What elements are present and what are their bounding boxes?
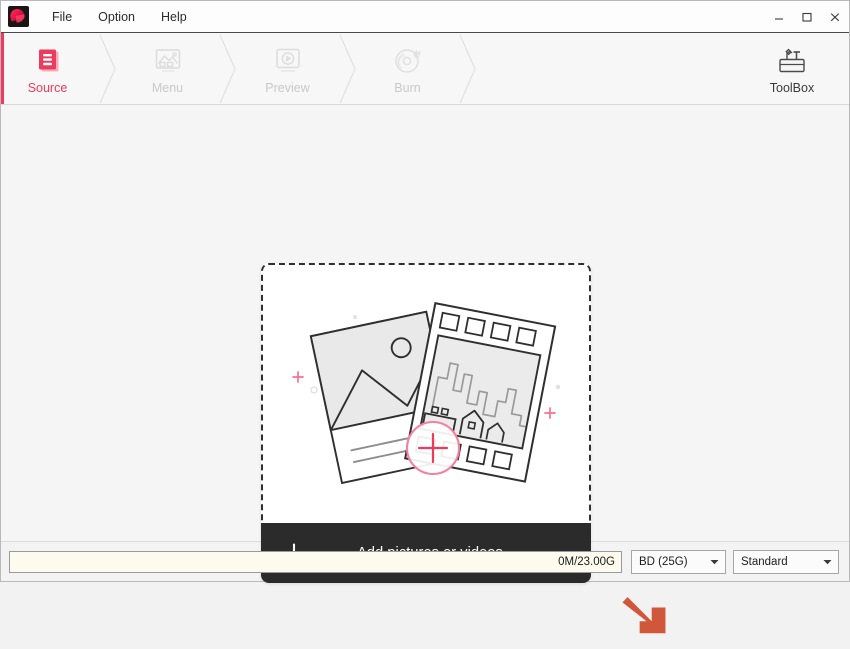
step-divider-4 xyxy=(451,33,484,104)
minimize-icon xyxy=(773,11,785,23)
quality-value: Standard xyxy=(734,556,819,568)
step-list: Source Menu xyxy=(1,33,484,104)
step-menu-label: Menu xyxy=(152,81,183,95)
disc-capacity-bar[interactable]: 0M/23.00G xyxy=(9,551,622,573)
decor-sparkle-left xyxy=(293,372,303,382)
step-preview[interactable]: Preview xyxy=(244,33,331,104)
window-controls xyxy=(765,1,849,32)
toolbox-button[interactable]: ToolBox xyxy=(751,33,833,104)
media-drop-zone[interactable] xyxy=(261,263,591,523)
menu-bar: File Option Help xyxy=(39,1,200,32)
documents-stack-icon xyxy=(33,44,63,76)
close-button[interactable] xyxy=(821,1,849,32)
toolbox-icon xyxy=(775,43,809,77)
step-menu[interactable]: Menu xyxy=(124,33,211,104)
decor-sparkle-right xyxy=(545,408,555,418)
step-source[interactable]: Source xyxy=(4,33,91,104)
close-icon xyxy=(829,11,841,23)
application-window: File Option Help xyxy=(0,0,850,582)
step-burn[interactable]: Burn xyxy=(364,33,451,104)
photos-and-filmstrip-illustration xyxy=(263,265,591,523)
maximize-button[interactable] xyxy=(793,1,821,32)
decor-circle-1 xyxy=(311,387,317,393)
add-circle-plus-icon xyxy=(407,422,459,474)
main-content-area: Add pictures or videos xyxy=(1,105,849,541)
step-divider-2 xyxy=(211,33,244,104)
disc-capacity-text: 0M/23.00G xyxy=(558,556,615,568)
menu-item-help[interactable]: Help xyxy=(148,6,200,28)
quality-select[interactable]: Standard xyxy=(733,550,839,574)
title-bar: File Option Help xyxy=(1,1,849,33)
step-burn-label: Burn xyxy=(394,81,420,95)
decor-dot-1 xyxy=(353,315,357,319)
logo-fan-shape-secondary xyxy=(15,14,25,22)
chevron-down-icon xyxy=(706,559,725,565)
menu-item-option[interactable]: Option xyxy=(85,6,148,28)
menu-item-file[interactable]: File xyxy=(39,6,85,28)
maximize-icon xyxy=(801,11,813,23)
chevron-down-icon xyxy=(819,559,838,565)
picture-gallery-icon xyxy=(152,44,184,76)
monitor-play-icon xyxy=(272,44,304,76)
arrow-down-right-icon xyxy=(613,592,677,644)
decor-dot-2 xyxy=(556,385,560,389)
step-preview-label: Preview xyxy=(265,81,309,95)
disc-type-value: BD (25G) xyxy=(632,556,706,568)
step-divider-3 xyxy=(331,33,364,104)
toolbox-label: ToolBox xyxy=(770,81,814,95)
app-logo-icon xyxy=(8,6,29,27)
minimize-button[interactable] xyxy=(765,1,793,32)
disc-flame-icon xyxy=(392,44,424,76)
disc-type-select[interactable]: BD (25G) xyxy=(631,550,726,574)
step-source-label: Source xyxy=(28,81,68,95)
step-divider-1 xyxy=(91,33,124,104)
add-media-card: Add pictures or videos xyxy=(261,263,591,583)
step-navigation-bar: Source Menu xyxy=(1,33,849,105)
